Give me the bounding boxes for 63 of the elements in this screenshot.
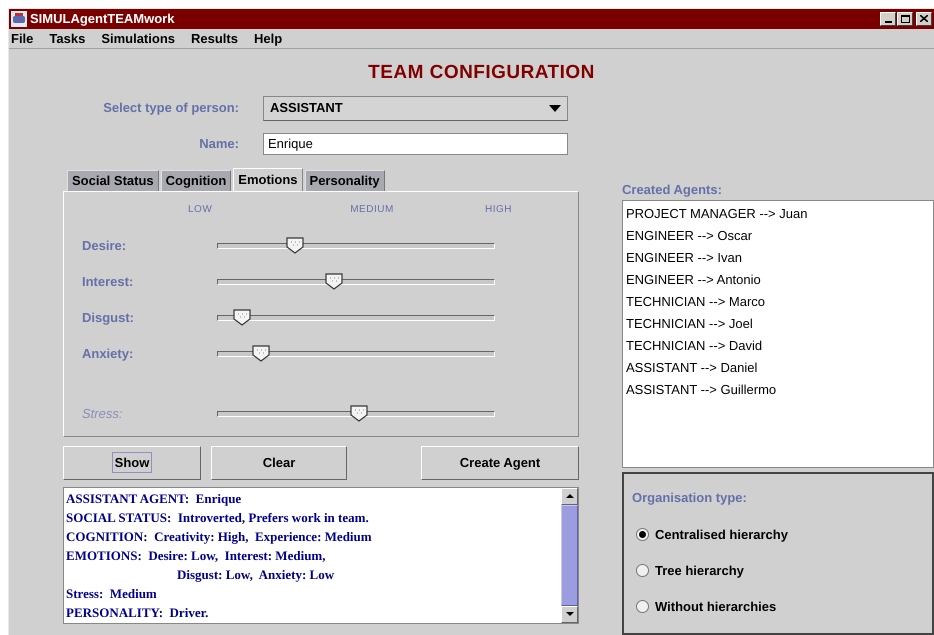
radio-label[interactable]: Tree hierarchy (655, 560, 744, 580)
name-field[interactable]: Enrique (263, 132, 568, 154)
menu-item[interactable]: Results (189, 28, 240, 48)
list-item[interactable]: TECHNICIAN --> David (626, 335, 933, 357)
slider-label: Desire: (81, 236, 128, 255)
tab[interactable]: Emotions (233, 168, 303, 192)
close-icon (920, 15, 928, 22)
slider-label: Anxiety: (81, 344, 134, 363)
menu-item[interactable]: Help (252, 28, 284, 48)
menu-item[interactable]: File (9, 28, 36, 48)
button[interactable]: Clear (211, 446, 347, 480)
slider-thumb[interactable] (324, 272, 343, 290)
tab[interactable]: Social Status (67, 170, 159, 190)
window-title: SIMULAgentTEAMwork (30, 10, 174, 28)
button[interactable]: Create Agent (421, 446, 579, 480)
menu-item[interactable]: Simulations (99, 28, 177, 48)
maximize-button[interactable] (897, 12, 913, 26)
slider-label: Stress: (81, 404, 124, 423)
maximize-icon (900, 14, 910, 23)
tab[interactable]: Cognition (160, 170, 232, 190)
scale-label: MEDIUM (349, 202, 395, 216)
summary-text: ASSISTANT AGENT: Enrique SOCIAL STATUS: Introverted, Prefers work in team. COGNITION: Creativity: High, Experience: Medium EMOTIONS: Desire: Low, Interest: Medium, Disgust: Low, Anxiety: Low Stress: Medium PERSONALITY: Driver. (65, 490, 373, 622)
close-button[interactable] (916, 12, 932, 26)
person-type-dropdown[interactable]: ASSISTANT (263, 96, 568, 120)
list-item[interactable]: TECHNICIAN --> Joel (626, 313, 933, 335)
scroll-thumb[interactable] (561, 504, 578, 606)
slider-thumb[interactable] (252, 344, 270, 362)
radio-button[interactable] (636, 564, 649, 577)
list-item[interactable]: ENGINEER --> Ivan (626, 247, 933, 269)
scroll-up-button[interactable] (561, 488, 578, 504)
radio-button[interactable] (636, 528, 649, 541)
list-label: Created Agents: (622, 180, 723, 199)
agents-list[interactable]: PROJECT MANAGER --> Juan ENGINEER --> Oscar ENGINEER --> Ivan ENGINEER --> Antonio TECHNICIAN --> Marco TECHNICIAN --> Joel TECHNICIAN --> David ASSISTANT --> Daniel ASSISTANT --> Guillermo (622, 200, 934, 468)
list-item[interactable]: ENGINEER --> Antonio (626, 269, 933, 291)
field-label: Select type of person: (102, 99, 239, 118)
list-item[interactable]: PROJECT MANAGER --> Juan (626, 203, 933, 225)
group-label: Organisation type: (632, 489, 748, 507)
slider-thumb[interactable] (233, 308, 252, 326)
down-arrow-icon (566, 612, 574, 616)
list-item[interactable]: ASSISTANT --> Guillermo (626, 379, 933, 401)
slider-label: Interest: (81, 272, 134, 291)
scale-label: LOW (188, 202, 214, 216)
up-arrow-icon (566, 494, 574, 498)
menu-item[interactable]: Tasks (47, 28, 88, 48)
radio-label[interactable]: Centralised hierarchy (655, 524, 788, 544)
dropdown-arrow-icon (549, 104, 561, 112)
minimize-icon (884, 20, 892, 23)
scale-label: HIGH (484, 202, 512, 216)
list-item[interactable]: ENGINEER --> Oscar (626, 225, 933, 247)
field-label: Name: (198, 134, 239, 153)
list-item[interactable]: TECHNICIAN --> Marco (626, 291, 933, 313)
heading: TEAM CONFIGURATION (368, 61, 595, 85)
button[interactable]: Show (63, 446, 201, 480)
radio-button[interactable] (636, 600, 649, 613)
radio-label[interactable]: Without hierarchies (655, 596, 776, 616)
scrollbar[interactable] (561, 488, 578, 622)
tab[interactable]: Personality (304, 170, 385, 190)
list-item[interactable]: ASSISTANT --> Daniel (626, 357, 933, 379)
scroll-down-button[interactable] (561, 606, 578, 622)
slider-thumb[interactable] (286, 236, 304, 254)
minimize-button[interactable] (880, 12, 896, 26)
app-icon (11, 10, 27, 27)
slider-label: Disgust: (81, 308, 135, 327)
